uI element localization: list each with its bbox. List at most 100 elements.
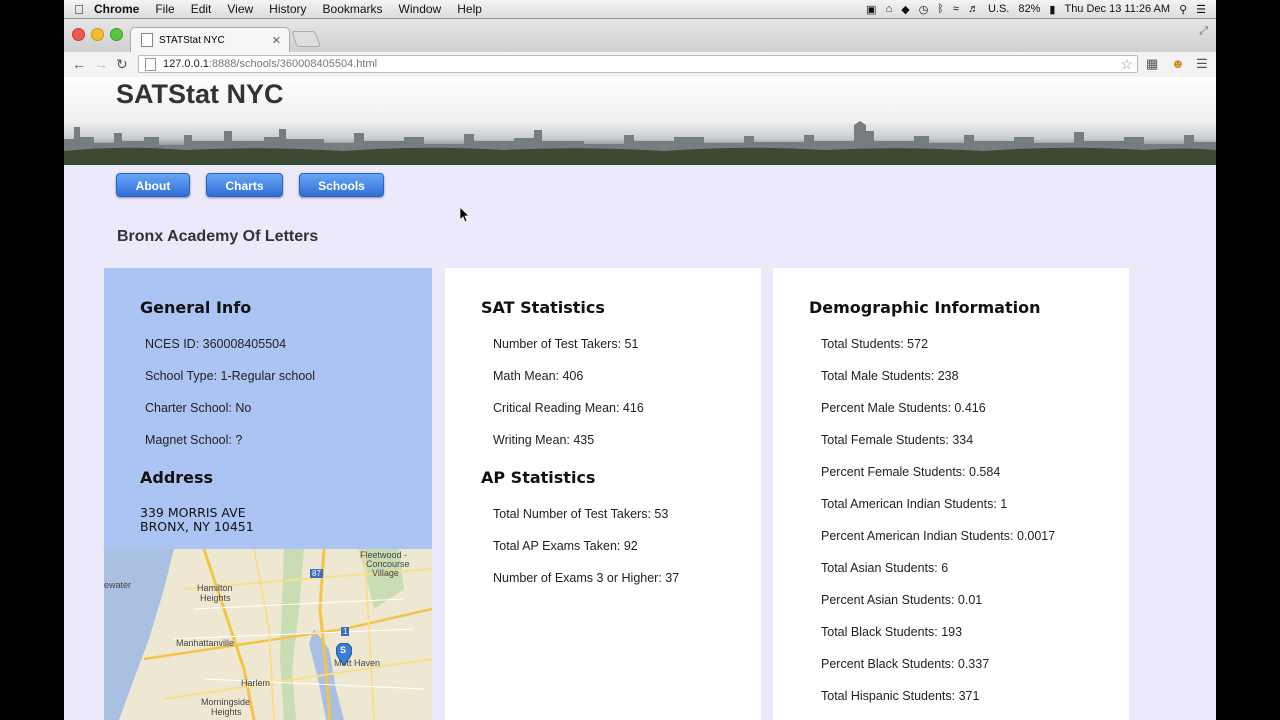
apple-icon[interactable]:  [64, 2, 94, 17]
screen-icon[interactable]: ▣ [866, 3, 876, 16]
charts-button[interactable]: Charts [206, 173, 283, 197]
menu-clock[interactable]: Thu Dec 13 11:26 AM [1064, 3, 1170, 15]
menu-help[interactable]: Help [457, 2, 482, 16]
status-area: ▣ ⌂ ◆ ◷ ᛒ ≈ ♬ U.S. 82% ▮ Thu Dec 13 11:2… [866, 0, 1206, 18]
nces-id: NCES ID: 360008405504 [145, 337, 287, 351]
battery-icon[interactable]: ▮ [1049, 3, 1055, 16]
menu-file[interactable]: File [155, 2, 174, 16]
map-label-hamilton-heights: Heights [200, 593, 231, 603]
map-marker-icon[interactable]: S [335, 642, 353, 666]
menu-bookmarks[interactable]: Bookmarks [323, 2, 383, 16]
input-source[interactable]: U.S. [988, 3, 1009, 15]
demo-row: Total Hispanic Students: 371 [821, 689, 980, 703]
extension-face-icon[interactable]: ☻ [1171, 56, 1185, 71]
demo-row: Total Students: 572 [821, 337, 929, 351]
bookmark-star-icon[interactable]: ☆ [1120, 56, 1133, 73]
skyline-image [64, 121, 1216, 165]
demo-row: Percent Male Students: 0.416 [821, 401, 986, 415]
demo-row: Total Female Students: 334 [821, 433, 974, 447]
spotlight-search-icon[interactable]: ⚲ [1179, 3, 1187, 16]
page-favicon-icon [141, 33, 153, 47]
ap-test-takers: Total Number of Test Takers: 53 [493, 507, 669, 521]
ap-statistics-heading: AP Statistics [481, 468, 596, 487]
demographics-panel: Demographic Information Total Students: … [773, 268, 1129, 720]
general-info-heading: General Info [140, 298, 252, 317]
clock-icon[interactable]: ◷ [919, 3, 929, 16]
address-line-2: BRONX, NY 10451 [140, 519, 254, 534]
address-line-1: 339 MORRIS AVE [140, 505, 246, 520]
close-window-button[interactable] [72, 28, 85, 41]
demo-row: Total Asian Students: 6 [821, 561, 949, 575]
close-tab-icon[interactable]: ✕ [272, 34, 281, 47]
zoom-window-button[interactable] [110, 28, 123, 41]
map-label-morningside-heights: Heights [211, 707, 242, 717]
demo-row: Percent Asian Students: 0.01 [821, 593, 983, 607]
demo-row: Total Black Students: 193 [821, 625, 963, 639]
tab-title: STATStat NYC [159, 34, 225, 46]
address-heading: Address [140, 468, 214, 487]
browser-window: STATStat NYC ✕ ⤢ ← → ↻ 127.0.0.1 :8888/s… [64, 19, 1216, 720]
bluetooth-icon[interactable]: ᛒ [937, 3, 944, 15]
sat-writing-mean: Writing Mean: 435 [493, 433, 595, 447]
minimize-window-button[interactable] [91, 28, 104, 41]
highway-shield-1: 1 [341, 627, 350, 636]
demo-row: Total Male Students: 238 [821, 369, 959, 383]
map-label-edgewater: ewater [104, 580, 132, 590]
school-map[interactable]: Fleetwood - Concourse Village ewater Ham… [104, 549, 432, 720]
site-title[interactable]: SATStat NYC [116, 79, 284, 110]
menu-app-name[interactable]: Chrome [94, 2, 139, 16]
general-info-panel: General Info NCES ID: 360008405504 Schoo… [104, 268, 432, 549]
demo-row: Percent American Indian Students: 0.0017 [821, 529, 1056, 543]
fullscreen-icon[interactable]: ⤢ [1199, 25, 1208, 38]
address-bar[interactable]: 127.0.0.1 :8888/schools/360008405504.htm… [138, 55, 1138, 73]
map-label-harlem: Harlem [241, 678, 271, 688]
notification-list-icon[interactable]: ☰ [1196, 3, 1206, 16]
demographic-information-heading: Demographic Information [809, 298, 1041, 317]
volume-icon[interactable]: ♬ [968, 3, 979, 15]
tab-active[interactable]: STATStat NYC ✕ [130, 27, 290, 52]
menu-window[interactable]: Window [399, 2, 442, 16]
map-label-village: Village [372, 568, 399, 578]
chrome-menu-icon[interactable]: ☰ [1196, 56, 1208, 72]
new-tab-button[interactable] [291, 31, 321, 47]
menu-edit[interactable]: Edit [191, 2, 212, 16]
demo-row: Percent Female Students: 0.584 [821, 465, 1001, 479]
sat-math-mean: Math Mean: 406 [493, 369, 584, 383]
highway-shield-87: 87 [310, 569, 323, 578]
demo-row: Percent Black Students: 0.337 [821, 657, 990, 671]
map-label-hamilton: Hamilton [197, 583, 233, 593]
ap-exams-3-or-higher: Number of Exams 3 or Higher: 37 [493, 571, 680, 585]
map-label-manhattanville: Manhattanville [176, 638, 235, 648]
browser-toolbar: ← → ↻ 127.0.0.1 :8888/schools/3600084055… [64, 52, 1216, 78]
window-controls [72, 28, 123, 41]
battery-percent[interactable]: 82% [1018, 3, 1040, 15]
sat-test-takers: Number of Test Takers: 51 [493, 337, 639, 351]
extension-icon[interactable]: ▦ [1146, 56, 1158, 72]
menu-view[interactable]: View [227, 2, 253, 16]
shield-icon[interactable]: ◆ [901, 3, 909, 16]
mouse-cursor-icon [460, 207, 470, 223]
sat-statistics-heading: SAT Statistics [481, 298, 605, 317]
menu-history[interactable]: History [269, 2, 306, 16]
back-arrow-icon[interactable]: ← [72, 56, 86, 72]
wifi-icon[interactable]: ≈ [953, 3, 959, 15]
demo-row: Total American Indian Students: 1 [821, 497, 1008, 511]
about-button[interactable]: About [116, 173, 190, 197]
schools-button[interactable]: Schools [299, 173, 384, 197]
home-icon[interactable]: ⌂ [886, 3, 893, 15]
address-text: 339 MORRIS AVE BRONX, NY 10451 [140, 506, 254, 534]
tab-strip: STATStat NYC ✕ ⤢ [64, 19, 1216, 52]
ap-exams-taken: Total AP Exams Taken: 92 [493, 539, 638, 553]
map-marker-letter: S [340, 645, 347, 655]
url-path: :8888/schools/360008405504.html [208, 58, 378, 70]
sat-reading-mean: Critical Reading Mean: 416 [493, 401, 644, 415]
page-icon [145, 57, 156, 71]
map-label-morningside: Morningside [201, 697, 251, 707]
school-name-heading: Bronx Academy Of Letters [117, 228, 319, 245]
url-host: 127.0.0.1 [163, 58, 209, 70]
magnet-school: Magnet School: ? [145, 433, 243, 447]
forward-arrow-icon[interactable]: → [94, 56, 108, 72]
charter-school: Charter School: No [145, 401, 252, 415]
reload-icon[interactable]: ↻ [116, 56, 128, 73]
sat-ap-panel: SAT Statistics Number of Test Takers: 51… [445, 268, 761, 720]
